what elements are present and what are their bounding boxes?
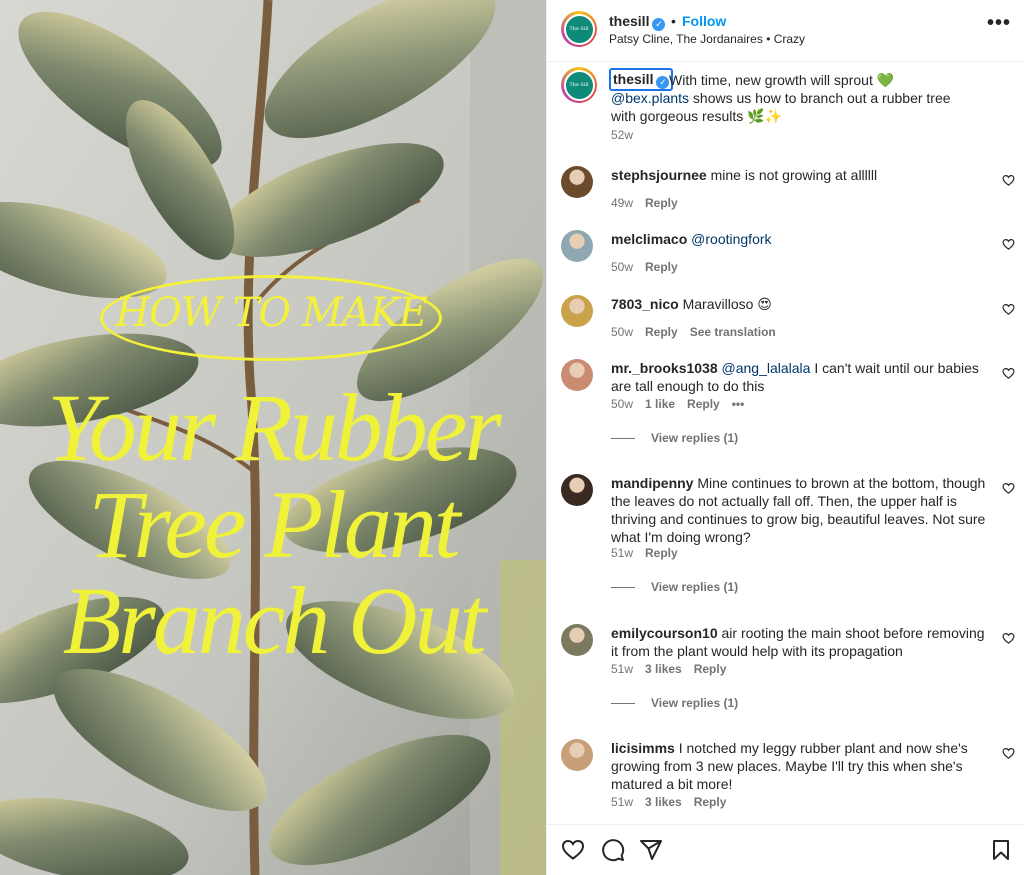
more-options-icon[interactable]: ••• <box>987 12 1011 35</box>
comment-timestamp[interactable]: 50w <box>611 325 633 339</box>
header-username[interactable]: thesill <box>609 13 649 29</box>
comment-username[interactable]: emilycourson10 <box>611 625 718 641</box>
avatar[interactable] <box>561 739 593 771</box>
comment-mention[interactable]: @ang_lalalala <box>722 360 811 376</box>
avatar[interactable] <box>561 474 593 506</box>
comment-mention[interactable]: @rootingfork <box>691 231 771 247</box>
post-media[interactable]: HOW TO MAKE Your Rubber Tree Plant Branc… <box>0 0 546 875</box>
like-comment-heart-icon[interactable] <box>1002 367 1015 380</box>
comment-timestamp[interactable]: 51w <box>611 546 633 560</box>
comment-text: Maravilloso 😍 <box>682 296 772 312</box>
avatar[interactable] <box>561 230 593 262</box>
comment-options-icon[interactable]: ••• <box>732 397 745 411</box>
header-username-wrap[interactable]: thesill ✓ <box>609 13 666 31</box>
like-comment-heart-icon[interactable] <box>1002 747 1015 760</box>
like-comment-heart-icon[interactable] <box>1002 174 1015 187</box>
heart-icon[interactable] <box>561 838 585 862</box>
view-replies-label[interactable]: View replies (1) <box>651 431 738 445</box>
replies-divider <box>611 703 635 705</box>
caption-timestamp[interactable]: 52w <box>611 128 633 142</box>
avatar[interactable] <box>561 295 593 327</box>
comment-body: licisimms I notched my leggy rubber plan… <box>611 739 991 793</box>
comment-body: 7803_nico Maravilloso 😍 <box>611 295 991 313</box>
reply-button[interactable]: Reply <box>645 325 678 339</box>
audio-track[interactable]: Patsy Cline, The Jordanaires • Crazy <box>609 32 805 46</box>
comment-meta: 50w Reply <box>611 260 690 274</box>
comment-username[interactable]: melclimaco <box>611 231 687 247</box>
comment-timestamp[interactable]: 50w <box>611 397 633 411</box>
comment-username[interactable]: 7803_nico <box>611 296 679 312</box>
comment-body: mr._brooks1038 @ang_lalalala I can't wai… <box>611 359 991 395</box>
comment-likes-count[interactable]: 1 like <box>645 397 675 411</box>
comment-body: emilycourson10 air rooting the main shoo… <box>611 624 991 660</box>
caption-avatar-label: The Sill <box>563 69 595 101</box>
avatar[interactable]: The Sill <box>561 11 597 47</box>
comment-username[interactable]: mr._brooks1038 <box>611 360 718 376</box>
reply-button[interactable]: Reply <box>645 196 678 210</box>
comment-body: mandipenny Mine continues to brown at th… <box>611 474 991 546</box>
like-comment-heart-icon[interactable] <box>1002 632 1015 645</box>
comment-meta: 49w Reply <box>611 196 690 210</box>
like-comment-heart-icon[interactable] <box>1002 482 1015 495</box>
headline-line-2: Tree Plant <box>88 471 460 578</box>
comment-likes-count[interactable]: 3 likes <box>645 795 682 809</box>
like-comment-heart-icon[interactable] <box>1002 238 1015 251</box>
see-translation-button[interactable]: See translation <box>690 325 776 339</box>
view-replies-button[interactable]: View replies (1) <box>611 580 738 594</box>
headline-line-3: Branch Out <box>62 567 487 674</box>
comment-username[interactable]: mandipenny <box>611 475 693 491</box>
verified-badge-icon: ✓ <box>652 18 666 31</box>
avatar[interactable] <box>561 359 593 391</box>
like-comment-heart-icon[interactable] <box>1002 303 1015 316</box>
comment-likes-count[interactable]: 3 likes <box>645 662 682 676</box>
replies-divider <box>611 587 635 589</box>
view-replies-label[interactable]: View replies (1) <box>651 696 738 710</box>
reply-button[interactable]: Reply <box>694 795 727 809</box>
howto-text: HOW TO MAKE <box>115 290 428 336</box>
comment-body: melclimaco @rootingfork <box>611 230 991 248</box>
comment-username[interactable]: licisimms <box>611 740 675 756</box>
brand-avatar-label: The Sill <box>563 13 595 45</box>
comments-list[interactable]: The Sill thesill ✓ With time, new growth … <box>547 62 1024 824</box>
reply-button[interactable]: Reply <box>687 397 720 411</box>
comment-meta: 51w 3 likes Reply <box>611 662 738 676</box>
comment-meta: 50w Reply See translation <box>611 325 788 339</box>
comment-icon[interactable] <box>601 838 625 862</box>
follow-button[interactable]: Follow <box>682 13 726 29</box>
view-replies-button[interactable]: View replies (1) <box>611 696 738 710</box>
comment-timestamp[interactable]: 51w <box>611 795 633 809</box>
replies-divider <box>611 438 635 440</box>
comment-timestamp[interactable]: 50w <box>611 260 633 274</box>
avatar[interactable] <box>561 166 593 198</box>
comment-text: mine is not growing at allllll <box>710 167 878 183</box>
action-bar <box>547 824 1024 875</box>
comment-meta: 51w Reply <box>611 546 690 560</box>
reply-button[interactable]: Reply <box>694 662 727 676</box>
headline-line-1: Your Rubber <box>47 374 502 481</box>
view-replies-label[interactable]: View replies (1) <box>651 580 738 594</box>
caption-text: With time, new growth will sprout 💚 @bex… <box>611 71 971 125</box>
comment-timestamp[interactable]: 49w <box>611 196 633 210</box>
reply-button[interactable]: Reply <box>645 260 678 274</box>
caption-text-before: With time, new growth will sprout 💚 <box>669 72 895 88</box>
post-panel: The Sill thesill ✓ • Follow Patsy Cline, … <box>546 0 1024 875</box>
comment-body: stephsjournee mine is not growing at all… <box>611 166 991 184</box>
bookmark-icon[interactable] <box>989 838 1013 862</box>
share-icon[interactable] <box>639 838 663 862</box>
post-header: The Sill thesill ✓ • Follow Patsy Cline, … <box>547 0 1024 62</box>
comment-meta: 51w 3 likes Reply <box>611 795 738 809</box>
caption-mention[interactable]: @bex.plants <box>611 90 689 106</box>
header-separator: • <box>671 13 676 29</box>
view-replies-button[interactable]: View replies (1) <box>611 431 738 445</box>
caption-avatar[interactable]: The Sill <box>561 67 597 103</box>
avatar[interactable] <box>561 624 593 656</box>
comment-username[interactable]: stephsjournee <box>611 167 707 183</box>
comment-meta: 50w 1 like Reply ••• <box>611 397 756 411</box>
reply-button[interactable]: Reply <box>645 546 678 560</box>
comment-timestamp[interactable]: 51w <box>611 662 633 676</box>
